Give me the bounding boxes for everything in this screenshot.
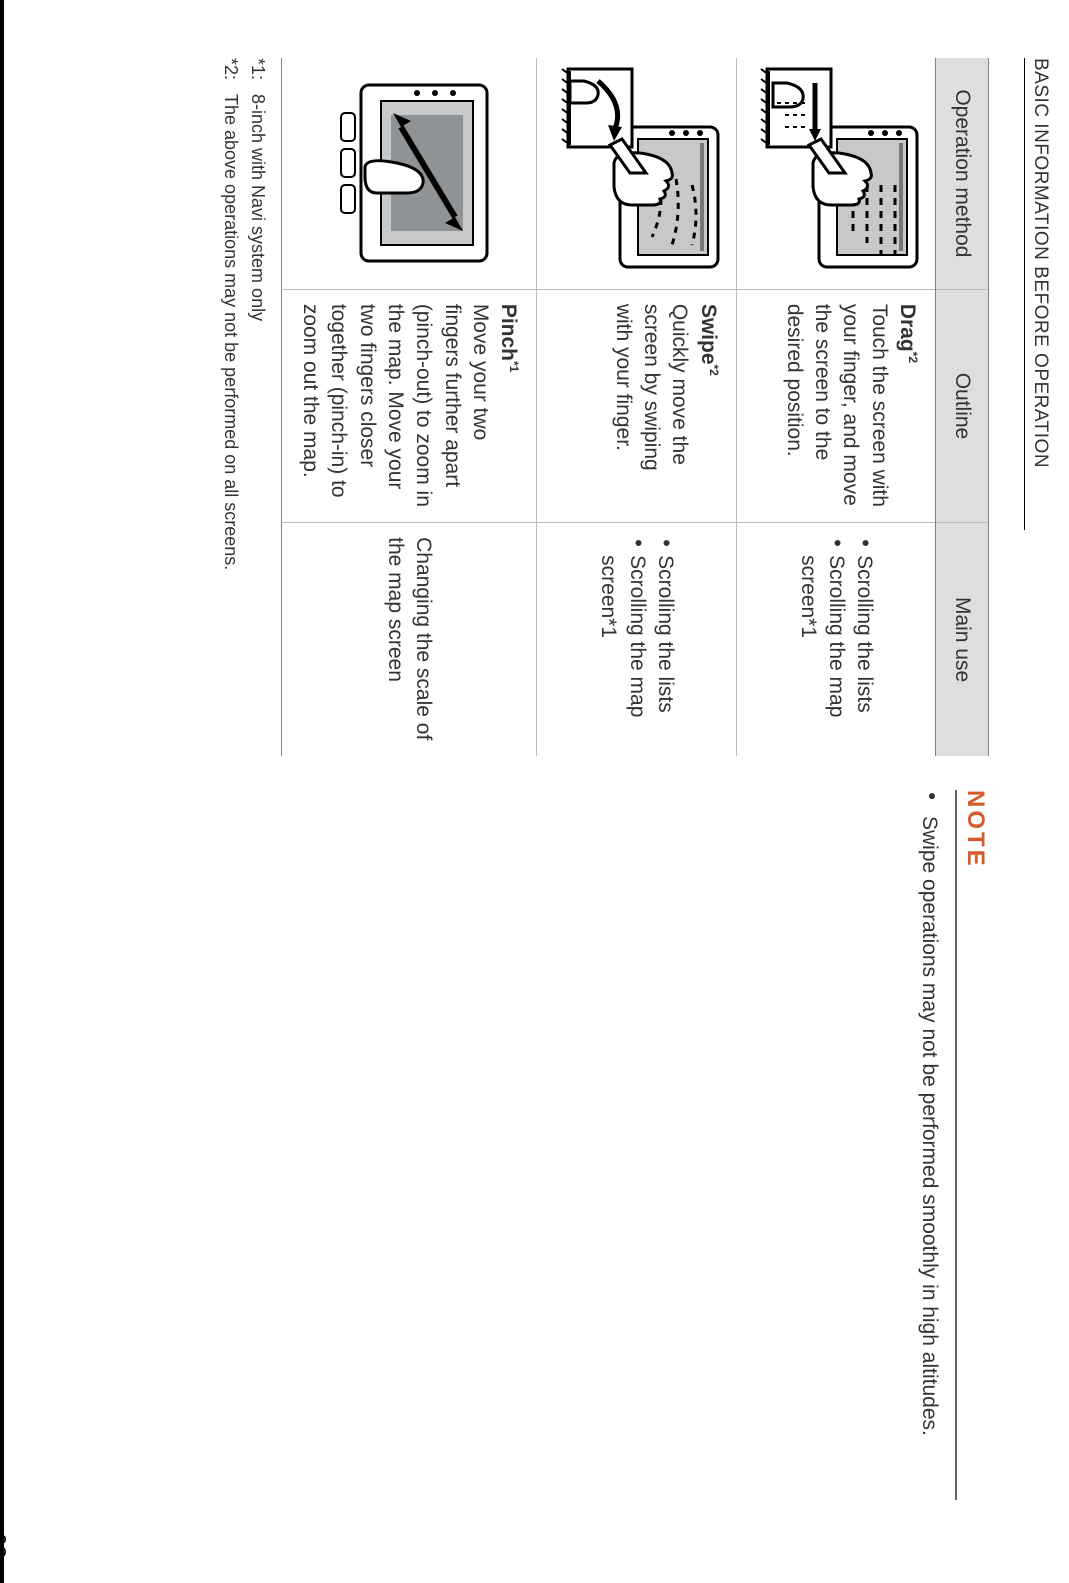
footnote: *2: The above operations may not be perf… [217, 58, 244, 756]
note-divider [955, 790, 957, 1500]
table-row: Swipe*2 Quickly move the screen by swipi… [537, 58, 736, 756]
row-outline: Move your two fingers further apart (pin… [299, 304, 492, 507]
row-title: Drag*2 [896, 304, 919, 363]
list-item: Scrolling the lists [850, 537, 878, 742]
col-header-operation: Operation method [936, 58, 989, 289]
gesture-table: Operation method Outline Main use [217, 58, 989, 756]
pinch-gesture-icon [308, 67, 331, 277]
row-use-text: Changing the scale of the map screen [384, 537, 435, 740]
table-header-row: Operation method Outline Main use [936, 58, 989, 756]
page-frame: 36 BASIC INFORMATION BEFORE OPERATION Op… [0, 0, 1069, 1583]
footnotes: *1: 8-inch with Navi system only *2: The… [217, 58, 271, 756]
list-item: Scrolling the lists [651, 537, 679, 742]
swipe-gesture-icon [551, 67, 574, 277]
table-row: Pinch*1 Move your two fingers further ap… [281, 58, 537, 756]
row-use-list: Scrolling the lists Scrolling the map sc… [594, 537, 679, 742]
list-item: Scrolling the map screen*1 [793, 537, 850, 742]
footnote: *1: 8-inch with Navi system only [244, 58, 271, 756]
table-row: Drag*2 Touch the screen with your finger… [736, 58, 935, 756]
running-header: BASIC INFORMATION BEFORE OPERATION [1024, 58, 1051, 530]
row-use-list: Scrolling the lists Scrolling the map sc… [793, 537, 878, 742]
col-header-outline: Outline [936, 289, 989, 522]
col-header-mainuse: Main use [936, 523, 989, 756]
drag-gesture-icon [750, 67, 773, 277]
note-heading: NOTE [961, 790, 989, 1500]
row-outline: Quickly move the screen by swiping with … [612, 304, 692, 471]
row-title: Pinch*1 [497, 304, 520, 373]
list-item: Scrolling the map screen*1 [594, 537, 651, 742]
note-item: Swipe operations may not be performed sm… [914, 790, 946, 1500]
row-title: Swipe*2 [697, 304, 720, 376]
row-outline: Touch the screen with your finger, and m… [783, 304, 891, 507]
page-content: BASIC INFORMATION BEFORE OPERATION Opera… [9, 0, 1059, 1555]
note-panel: NOTE Swipe operations may not be perform… [914, 790, 990, 1500]
